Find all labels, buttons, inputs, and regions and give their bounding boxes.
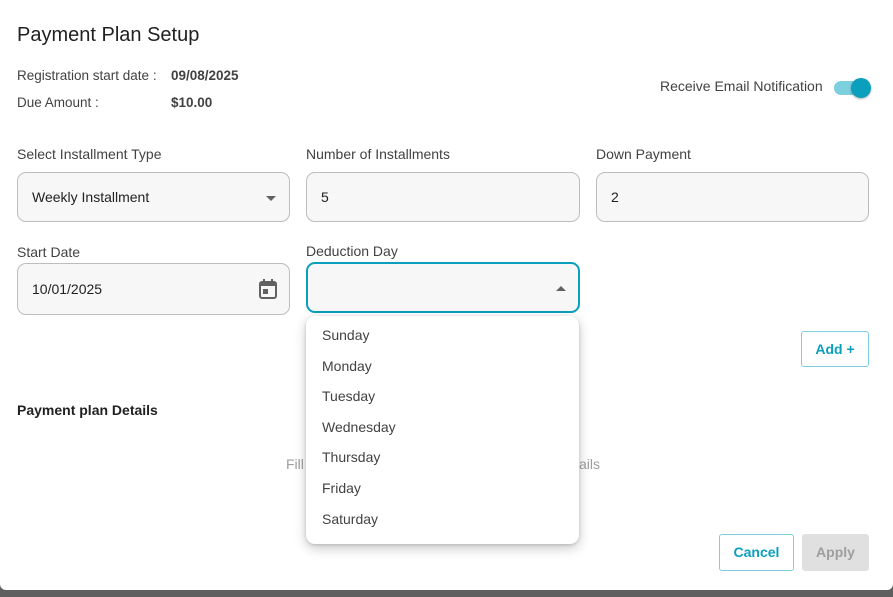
- down-payment-value: 2: [611, 189, 619, 205]
- menu-option-sunday[interactable]: Sunday: [306, 320, 579, 351]
- down-payment-label: Down Payment: [596, 146, 691, 162]
- dialog-title: Payment Plan Setup: [17, 24, 200, 46]
- num-installments-value: 5: [321, 189, 329, 205]
- menu-option-friday[interactable]: Friday: [306, 473, 579, 504]
- deduction-day-menu: Sunday Monday Tuesday Wednesday Thursday…: [306, 316, 579, 544]
- payment-plan-details-title: Payment plan Details: [17, 402, 158, 418]
- cancel-button[interactable]: Cancel: [719, 534, 794, 571]
- deduction-day-label: Deduction Day: [306, 243, 398, 259]
- backdrop-strip: [0, 590, 893, 597]
- calendar-icon[interactable]: [258, 278, 278, 300]
- email-notification-toggle[interactable]: [834, 78, 871, 98]
- caret-up-icon: [556, 286, 566, 291]
- toggle-thumb: [851, 78, 871, 98]
- email-notification-label: Receive Email Notification: [660, 78, 823, 94]
- registration-start-value: 09/08/2025: [171, 68, 239, 83]
- installment-type-label: Select Installment Type: [17, 146, 162, 162]
- menu-option-wednesday[interactable]: Wednesday: [306, 412, 579, 443]
- start-date-input[interactable]: 10/01/2025: [17, 263, 290, 315]
- due-amount-label: Due Amount :: [17, 95, 99, 110]
- down-payment-input[interactable]: 2: [596, 172, 869, 222]
- menu-option-monday[interactable]: Monday: [306, 351, 579, 382]
- add-button[interactable]: Add +: [801, 331, 869, 367]
- details-hint-left: Fill: [286, 456, 304, 472]
- start-date-value: 10/01/2025: [32, 281, 103, 297]
- due-amount-value: $10.00: [171, 95, 213, 110]
- num-installments-input[interactable]: 5: [306, 172, 580, 222]
- payment-plan-dialog: Payment Plan Setup Registration start da…: [0, 0, 893, 590]
- start-date-label: Start Date: [17, 244, 81, 260]
- apply-button[interactable]: Apply: [802, 534, 869, 571]
- installment-type-select[interactable]: Weekly Installment: [17, 172, 290, 222]
- installment-type-value: Weekly Installment: [32, 189, 150, 205]
- registration-start-label: Registration start date :: [17, 68, 157, 83]
- menu-option-saturday[interactable]: Saturday: [306, 504, 579, 535]
- caret-down-icon: [266, 196, 276, 201]
- num-installments-label: Number of Installments: [306, 146, 450, 162]
- menu-option-thursday[interactable]: Thursday: [306, 442, 579, 473]
- menu-option-tuesday[interactable]: Tuesday: [306, 381, 579, 412]
- deduction-day-select[interactable]: [306, 262, 580, 313]
- details-hint-right: ails: [579, 456, 601, 472]
